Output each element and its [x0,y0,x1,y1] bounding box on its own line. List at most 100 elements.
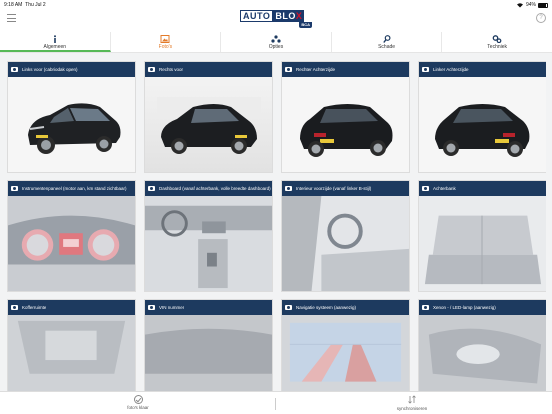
dashboard-photo[interactable] [8,196,135,291]
headlamp-image [419,315,546,391]
hamburger-menu-icon[interactable] [7,14,16,22]
photos-done-button[interactable]: foto's klaar [118,395,158,410]
car-rear-right-image [300,104,393,157]
interior-photo[interactable] [282,196,409,291]
card-title[interactable]: VIN nummer [159,305,184,310]
card-title[interactable]: Rechts voor [159,67,183,72]
camera-icon[interactable] [11,186,18,191]
card-title[interactable]: Kofferruimte [22,305,46,310]
vin-plate-image [145,315,272,391]
card-header: Navigatie systeem (aanwezig) [282,300,409,315]
card-title[interactable]: Navigatie systeem (aanwezig) [296,305,356,310]
card-header: Rechter Achterzijde [282,62,409,77]
card-title[interactable]: Rechter Achterzijde [296,67,335,72]
gears-icon [492,35,502,43]
card-title[interactable]: Linker Achterzijde [433,67,469,72]
card-title[interactable]: Interieur voorzijde (vanaf linker B-stij… [296,186,371,191]
headlamp-photo[interactable] [419,315,546,391]
card-title[interactable]: Instrumentenpaneel (motor aan, km stand … [22,186,127,191]
tab-label: Algemeen [43,44,67,50]
card-header: Instrumentenpaneel (motor aan, km stand … [8,181,135,196]
car-front-left-image [28,103,121,154]
status-time: 9:18 AM Thu Jul 2 [4,2,46,8]
navigation-screen-image [282,315,409,391]
photo-card-vin-nummer[interactable]: VIN nummer [144,299,273,391]
photo-card-rechts-voor[interactable]: Rechts voor [144,61,273,173]
card-title[interactable]: Achterbank [433,186,456,191]
card-header: Rechts voor [145,62,272,77]
tab-label: Opties [268,44,284,50]
camera-icon[interactable] [422,186,429,191]
camera-icon[interactable] [285,186,292,191]
camera-icon[interactable] [148,305,155,310]
tab-algemeen[interactable]: Algemeen [0,32,111,52]
car-photo[interactable] [8,77,135,172]
tab-schade[interactable]: Schade [332,32,443,52]
trunk-image [8,315,135,391]
camera-icon[interactable] [422,305,429,310]
tab-label: Techniek [487,44,508,50]
card-header: VIN nummer [145,300,272,315]
bottom-divider [275,398,276,410]
dashboard-photo[interactable] [145,196,272,291]
photo-card-navigatie-systeem[interactable]: Navigatie systeem (aanwezig) [281,299,410,391]
camera-icon[interactable] [148,186,155,191]
photo-card-rechter-achterzijde[interactable]: Rechter Achterzijde [281,61,410,173]
tab-fotos[interactable]: Foto's [111,32,222,52]
photo-card-kofferruimte[interactable]: Kofferruimte [7,299,136,391]
sync-icon [408,395,416,404]
photo-card-achterbank[interactable]: Achterbank [418,180,546,292]
tab-bar: Algemeen Foto's Opties Schade Techniek [0,32,552,53]
autoblox-logo: AUTO BLO X BCA [240,10,313,29]
camera-icon[interactable] [148,67,155,72]
car-photo[interactable] [282,77,409,172]
bottom-bar: foto's klaar synchroniseren [0,391,552,414]
camera-icon[interactable] [11,305,18,310]
instrument-panel-image [8,196,135,291]
camera-icon[interactable] [285,305,292,310]
card-header: Linker Achterzijde [419,62,546,77]
car-photo[interactable] [145,77,272,172]
status-bar: 9:18 AM Thu Jul 2 94% [0,0,552,9]
car-rear-left-image [435,104,530,157]
app: 9:18 AM Thu Jul 2 94% AUTO BLO X BCA ? Al… [0,0,552,414]
tab-label: Foto's [158,44,173,50]
battery-icon [538,2,548,8]
tab-opties[interactable]: Opties [221,32,332,52]
vin-photo[interactable] [145,315,272,391]
logo-blox-text: BLO X [273,10,305,22]
photo-card-links-voor[interactable]: Links voor (cabriodak open) [7,61,136,173]
photo-card-dashboard[interactable]: Dashboard (vanaf achterbank, volle breed… [144,180,273,292]
interior-photo[interactable] [419,196,546,291]
navigation-photo[interactable] [282,315,409,391]
info-icon [53,35,56,43]
card-header: Links voor (cabriodak open) [8,62,135,77]
logo-bca-badge: BCA [299,22,312,28]
search-icon [382,35,391,43]
trunk-photo[interactable] [8,315,135,391]
photo-card-instrumentenpaneel[interactable]: Instrumentenpaneel (motor aan, km stand … [7,180,136,292]
sync-button[interactable]: synchroniseren [392,395,432,411]
photo-card-xenon-led-lamp[interactable]: Xenon - / LED-lamp (aanwezig) [418,299,546,391]
camera-icon[interactable] [422,67,429,72]
logo-auto-text: AUTO [240,10,274,22]
header: AUTO BLO X BCA ? [0,9,552,32]
rear-seat-image [419,196,546,291]
camera-icon[interactable] [285,67,292,72]
card-title[interactable]: Dashboard (vanaf achterbank, volle breed… [159,186,271,191]
photo-card-linker-achterzijde[interactable]: Linker Achterzijde [418,61,546,173]
status-right: 94% [516,2,548,8]
help-icon[interactable]: ? [536,13,546,23]
car-photo[interactable] [419,77,546,172]
card-title[interactable]: Links voor (cabriodak open) [22,67,78,72]
car-front-right-image [157,97,261,154]
card-title[interactable]: Xenon - / LED-lamp (aanwezig) [433,305,496,310]
photo-card-interieur-voorzijde[interactable]: Interieur voorzijde (vanaf linker B-stij… [281,180,410,292]
card-header: Dashboard (vanaf achterbank, volle breed… [145,181,272,196]
tab-label: Schade [378,44,396,50]
battery-percent: 94% [525,2,536,8]
card-header: Xenon - / LED-lamp (aanwezig) [419,300,546,315]
tab-techniek[interactable]: Techniek [442,32,552,52]
card-header: Achterbank [419,181,546,196]
camera-icon[interactable] [11,67,18,72]
